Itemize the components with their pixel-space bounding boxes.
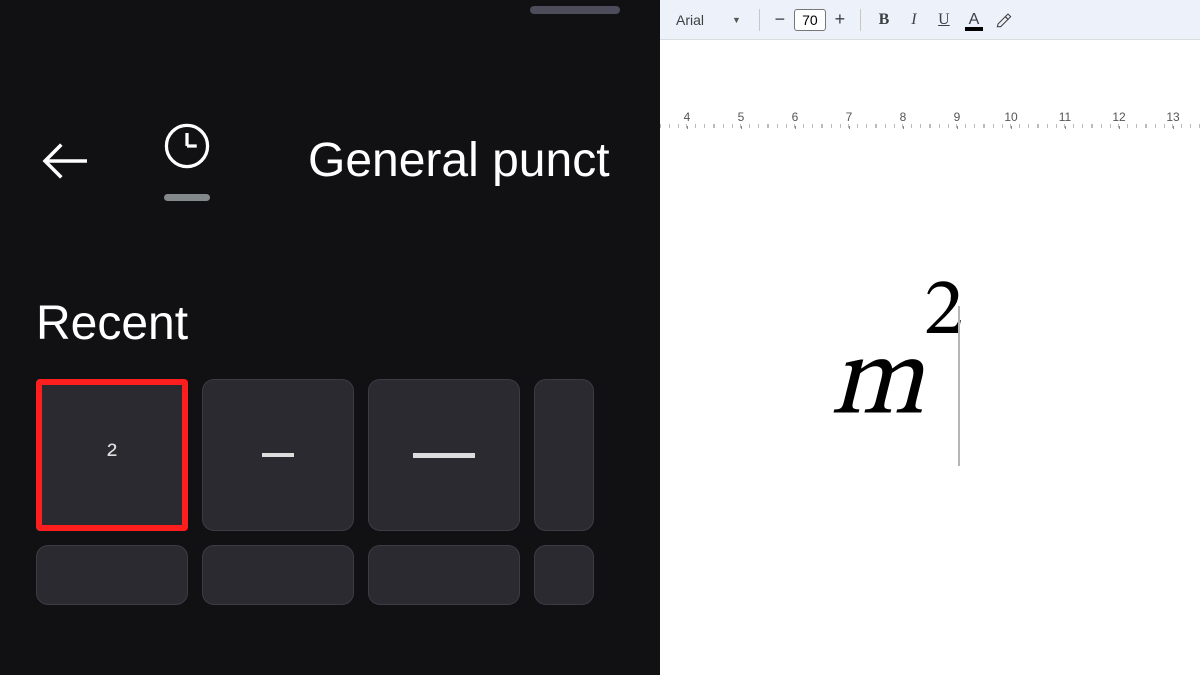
em-dash-icon [413, 453, 475, 458]
ruler-tick: 9 [930, 110, 984, 128]
arrow-left-icon [38, 133, 94, 189]
recent-section-label: Recent [36, 296, 660, 351]
math-base: m [830, 330, 924, 440]
ruler-tick: 8 [876, 110, 930, 128]
tab-indicator [164, 194, 210, 201]
key-em-dash[interactable] [368, 379, 520, 531]
docs-editor: Arial ▼ − + B I U A 45678910111213 m2 [660, 0, 1200, 675]
font-family-selector[interactable]: Arial ▼ [668, 12, 749, 28]
highlight-color-button[interactable] [991, 7, 1017, 33]
text-cursor [958, 306, 960, 466]
ruler-area: 45678910111213 [660, 40, 1200, 130]
key-item[interactable] [202, 545, 354, 605]
ruler-tick: 13 [1146, 110, 1200, 128]
ruler-tick: 11 [1038, 110, 1092, 128]
font-size-increase-button[interactable]: + [830, 10, 850, 30]
back-button[interactable] [26, 121, 106, 201]
picker-header: General punct [26, 120, 660, 201]
recent-tab[interactable] [161, 120, 213, 201]
scroll-indicator [530, 6, 620, 14]
key-item[interactable] [36, 545, 188, 605]
ruler-tick: 6 [768, 110, 822, 128]
en-dash-icon [262, 453, 294, 457]
key-item[interactable] [534, 379, 594, 531]
recent-keys-row: ² [36, 379, 660, 531]
formatting-toolbar: Arial ▼ − + B I U A [660, 0, 1200, 40]
ruler-tick: 7 [822, 110, 876, 128]
keys-row-2 [36, 545, 660, 605]
toolbar-divider [860, 9, 861, 31]
ruler-tick: 10 [984, 110, 1038, 128]
key-en-dash[interactable] [202, 379, 354, 531]
highlighter-icon [996, 12, 1012, 28]
ruler-tick: 12 [1092, 110, 1146, 128]
font-name-label: Arial [676, 12, 704, 28]
key-glyph: ² [107, 438, 117, 472]
ruler-tick: 4 [660, 110, 714, 128]
key-item[interactable] [534, 545, 594, 605]
character-picker-panel: General punct Recent ² [0, 0, 660, 675]
italic-button[interactable]: I [901, 7, 927, 33]
font-size-decrease-button[interactable]: − [770, 10, 790, 30]
dropdown-icon: ▼ [732, 15, 741, 25]
text-color-swatch [965, 27, 983, 31]
document-page[interactable]: m2 [660, 130, 1200, 675]
category-label: General punct [308, 133, 610, 188]
font-size-input[interactable] [794, 9, 826, 31]
text-color-button[interactable]: A [961, 7, 987, 33]
underline-button[interactable]: U [931, 7, 957, 33]
ruler-tick: 5 [714, 110, 768, 128]
key-item[interactable] [368, 545, 520, 605]
key-superscript-2[interactable]: ² [36, 379, 188, 531]
bold-button[interactable]: B [871, 7, 897, 33]
document-text: m2 [830, 305, 963, 454]
clock-icon [161, 120, 213, 172]
horizontal-ruler[interactable]: 45678910111213 [660, 110, 1200, 128]
toolbar-divider [759, 9, 760, 31]
